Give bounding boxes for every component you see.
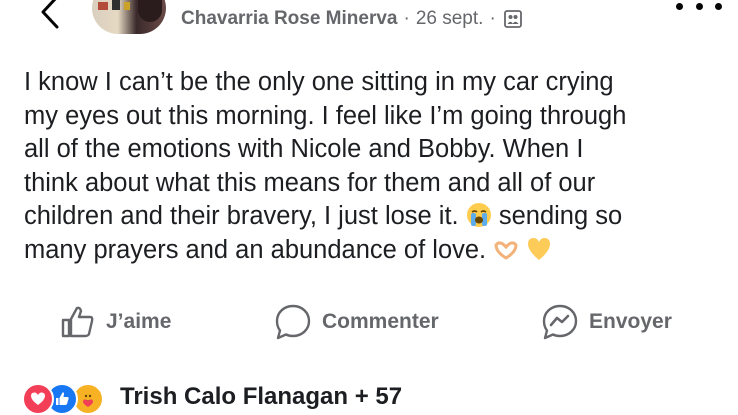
thumbs-up-icon [61, 306, 94, 338]
post-line: all of the emotions with Nicole and Bobb… [24, 135, 584, 164]
post-line: children and their bravery, I just lose … [24, 202, 459, 231]
messenger-icon [542, 304, 578, 340]
love-reaction-icon [22, 383, 54, 415]
comment-bubble-icon [275, 304, 311, 340]
post-date[interactable]: 26 sept. [416, 8, 484, 30]
separator-dot-2: · [489, 8, 496, 29]
reactors-text: Trish Calo Flanagan + 57 [120, 383, 403, 410]
post-actions-bar: J’aime Commenter Envoyer [0, 300, 738, 344]
reaction-icons [22, 380, 118, 415]
post-header: Chavarria Rose Minerva · 26 sept. · [0, 0, 738, 44]
reactions-summary[interactable]: Trish Calo Flanagan + 57 [22, 380, 403, 415]
post-text: I know I can’t be the only one sitting i… [24, 66, 724, 268]
send-button[interactable]: Envoyer [541, 300, 672, 344]
friends-audience-icon [503, 10, 522, 28]
post-line: sending so [498, 202, 623, 231]
yellow-heart-emoji-icon [528, 237, 551, 260]
crying-face-emoji-icon [466, 203, 491, 228]
send-label: Envoyer [589, 310, 672, 333]
more-dot [715, 2, 722, 10]
more-dot [676, 2, 683, 10]
post-line: my eyes out this morning. I feel like I’… [24, 101, 627, 130]
back-button[interactable] [30, 0, 70, 32]
heart-hands-emoji-icon [494, 241, 518, 260]
author-avatar[interactable] [92, 0, 166, 34]
author-name[interactable]: Chavarria Rose Minerva [181, 8, 398, 30]
comment-button[interactable]: Commenter [274, 300, 439, 344]
chevron-left-icon [41, 0, 59, 29]
post-line: think about what this means for them and… [24, 168, 596, 197]
author-line: Chavarria Rose Minerva · 26 sept. · [181, 8, 522, 30]
more-dot [695, 2, 703, 10]
more-options-button[interactable] [676, 0, 722, 16]
like-label: J’aime [106, 310, 172, 333]
post-line: many prayers and an abundance of love. [24, 235, 487, 264]
separator-dot: · [403, 8, 410, 29]
like-button[interactable]: J’aime [60, 300, 171, 344]
comment-label: Commenter [322, 310, 439, 333]
post-line: I know I can’t be the only one sitting i… [24, 68, 614, 96]
